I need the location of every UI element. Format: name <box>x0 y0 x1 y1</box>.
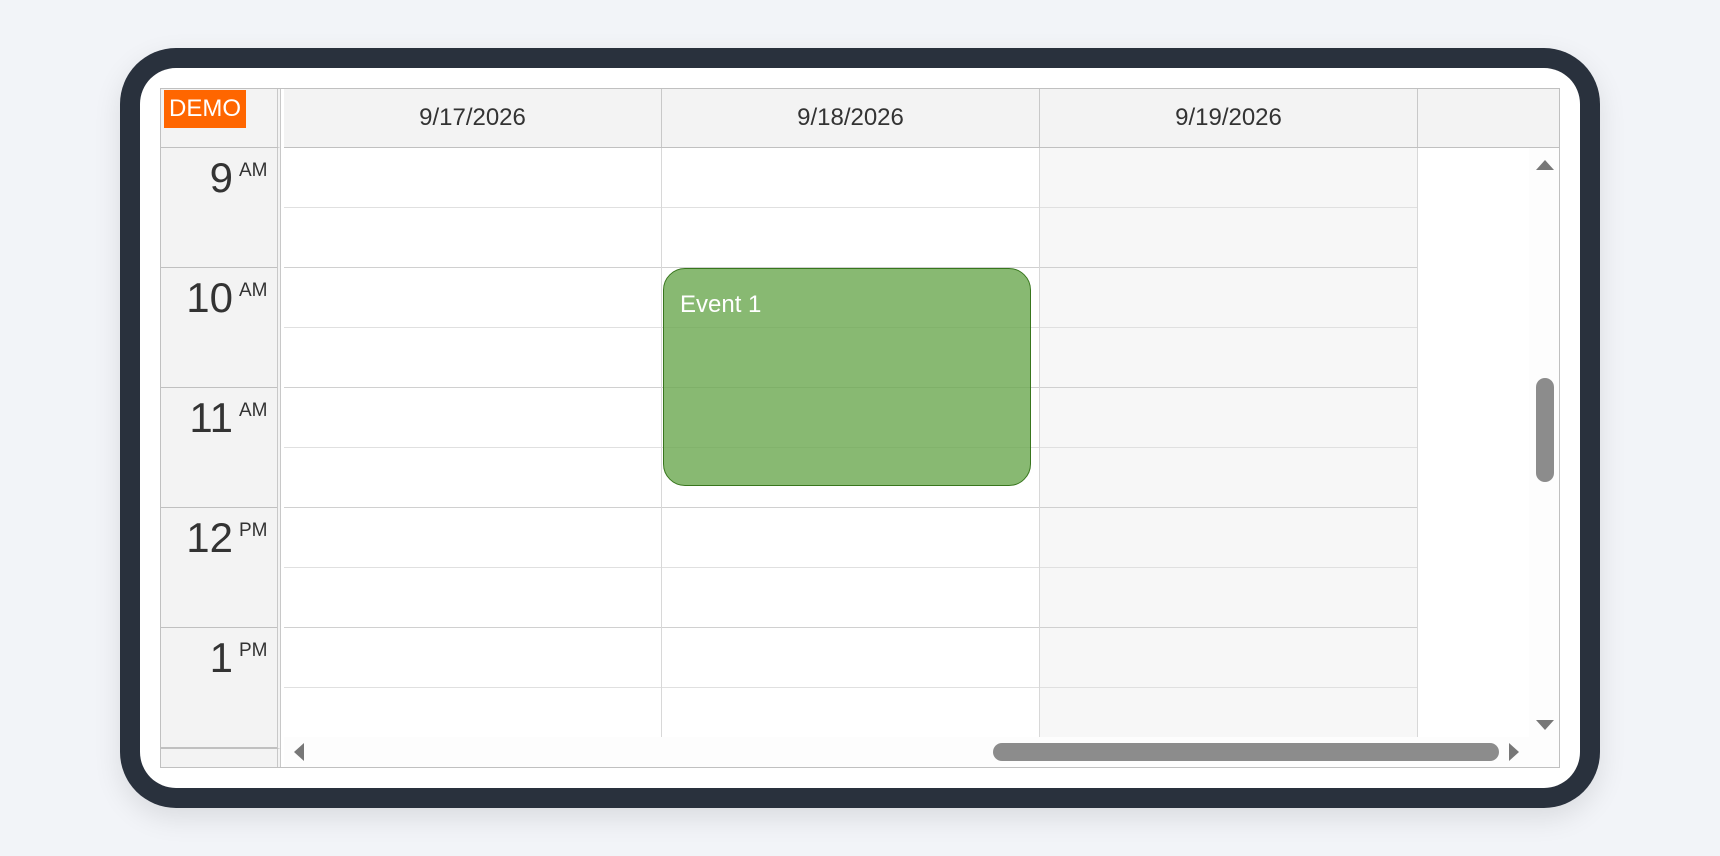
column-header-day-2[interactable]: 9/18/2026 <box>662 89 1040 147</box>
device-screen: DEMO 9/17/2026 9/18/2026 9/19/2026 9 AM … <box>140 68 1580 788</box>
time-slot[interactable] <box>284 388 661 448</box>
time-slot[interactable] <box>662 148 1039 208</box>
scroll-right-icon[interactable] <box>1509 743 1519 761</box>
hour-ampm: AM <box>239 280 268 301</box>
calendar-event[interactable]: Event 1 <box>663 268 1031 486</box>
hour-label-10am: 10 AM <box>161 268 277 388</box>
time-slot[interactable] <box>284 448 661 508</box>
hour-number: 12 <box>186 514 233 561</box>
time-slot[interactable] <box>284 208 661 268</box>
hour-label-1pm: 1 PM <box>161 628 277 748</box>
hour-number: 1 <box>209 634 233 681</box>
time-slot[interactable] <box>284 568 661 628</box>
time-slot[interactable] <box>284 628 661 688</box>
hour-label-9am: 9 AM <box>161 148 277 268</box>
time-slot[interactable] <box>284 268 661 328</box>
scroll-up-icon[interactable] <box>1536 160 1554 170</box>
hour-label-11am: 11 AM <box>161 388 277 508</box>
day-column-1 <box>284 148 662 737</box>
hour-label-12pm: 12 PM <box>161 508 277 628</box>
time-slot[interactable] <box>1040 448 1417 508</box>
time-slot[interactable] <box>1040 268 1417 328</box>
time-slot[interactable] <box>284 328 661 388</box>
time-slot[interactable] <box>1040 388 1417 448</box>
hour-number: 9 <box>209 154 233 201</box>
time-slot[interactable] <box>1040 688 1417 737</box>
vertical-scrollbar[interactable] <box>1529 148 1559 737</box>
hour-number: 11 <box>189 394 233 441</box>
scroll-down-icon[interactable] <box>1536 720 1554 730</box>
hour-ampm: PM <box>239 520 268 541</box>
time-slot[interactable] <box>284 688 661 737</box>
time-slot[interactable] <box>662 208 1039 268</box>
time-slot[interactable] <box>662 688 1039 737</box>
time-slot[interactable] <box>1040 508 1417 568</box>
time-slot[interactable] <box>1040 208 1417 268</box>
device-frame: DEMO 9/17/2026 9/18/2026 9/19/2026 9 AM … <box>120 48 1600 808</box>
horizontal-scrollbar[interactable] <box>284 737 1529 767</box>
calendar-corner: DEMO <box>161 89 281 148</box>
hour-ampm: AM <box>239 160 268 181</box>
day-column-2: Event 1 <box>662 148 1040 737</box>
hour-ampm: AM <box>239 400 268 421</box>
calendar: DEMO 9/17/2026 9/18/2026 9/19/2026 9 AM … <box>160 88 1560 768</box>
vertical-scroll-thumb[interactable] <box>1536 378 1554 482</box>
scrollbar-corner <box>1529 737 1559 767</box>
gutter-footer <box>161 748 281 767</box>
time-slot[interactable] <box>662 508 1039 568</box>
time-slot[interactable] <box>1040 148 1417 208</box>
column-header-day-1[interactable]: 9/17/2026 <box>284 89 662 147</box>
column-header-day-3[interactable]: 9/19/2026 <box>1040 89 1418 147</box>
hour-ampm: PM <box>239 640 268 661</box>
time-slot[interactable] <box>662 628 1039 688</box>
time-slot[interactable] <box>284 148 661 208</box>
day-column-3 <box>1040 148 1418 737</box>
demo-badge: DEMO <box>164 90 246 128</box>
time-slot[interactable] <box>1040 328 1417 388</box>
time-slot[interactable] <box>1040 628 1417 688</box>
time-slot[interactable] <box>1040 568 1417 628</box>
calendar-header: 9/17/2026 9/18/2026 9/19/2026 <box>284 89 1559 148</box>
hour-number: 10 <box>186 274 233 321</box>
time-gutter: 9 AM 10 AM 11 AM 12 PM 1 PM <box>161 148 281 767</box>
time-slot[interactable] <box>662 568 1039 628</box>
time-slot[interactable] <box>284 508 661 568</box>
horizontal-scroll-thumb[interactable] <box>993 743 1499 761</box>
scroll-left-icon[interactable] <box>294 743 304 761</box>
event-title: Event 1 <box>680 291 762 318</box>
calendar-grid: Event 1 <box>284 148 1529 737</box>
